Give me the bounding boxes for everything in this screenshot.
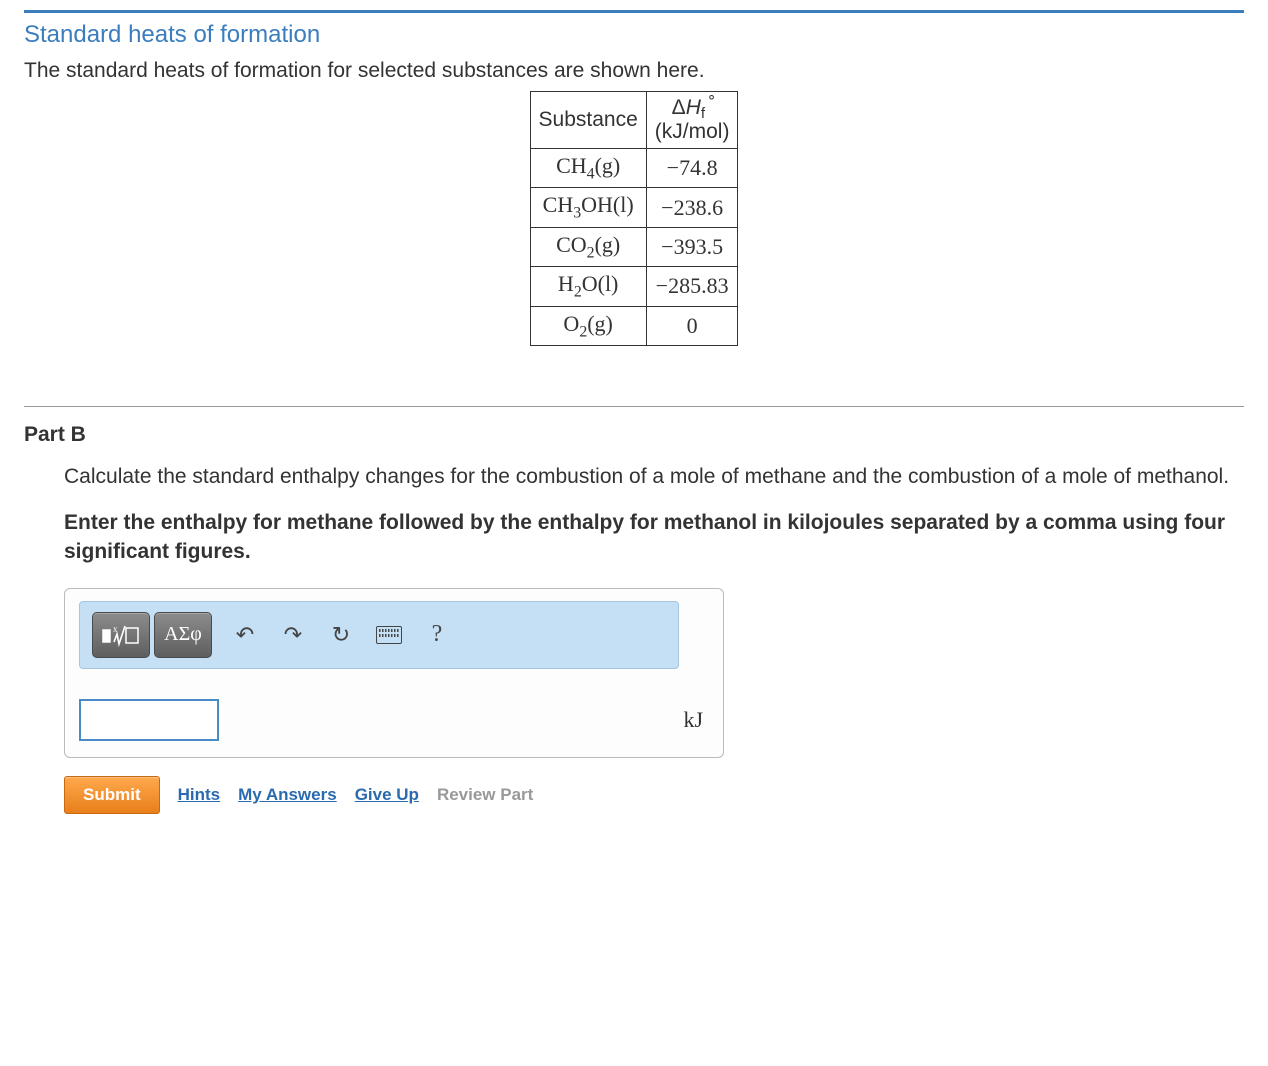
part-label: Part B <box>24 423 1244 447</box>
reset-icon[interactable]: ↻ <box>326 622 356 648</box>
value-cell: −238.6 <box>646 188 738 227</box>
hints-link[interactable]: Hints <box>178 785 221 805</box>
my-answers-link[interactable]: My Answers <box>238 785 337 805</box>
value-cell: −285.83 <box>646 267 738 306</box>
substance-cell: CH4(g) <box>530 149 646 188</box>
table-row: O2(g) 0 <box>530 306 738 345</box>
answer-box: x ΑΣφ ↶ ↷ ↻ ? kJ <box>64 588 724 758</box>
substance-cell: CO2(g) <box>530 227 646 266</box>
header-value: ΔHf∘ (kJ/mol) <box>646 92 738 149</box>
unit-label: kJ <box>683 707 709 733</box>
question-text: Calculate the standard enthalpy changes … <box>64 463 1244 491</box>
tool-group-buttons: x ΑΣφ <box>92 612 212 658</box>
templates-button[interactable]: x <box>92 612 150 658</box>
intro-text: The standard heats of formation for sele… <box>24 59 1244 83</box>
equation-toolbar: x ΑΣφ ↶ ↷ ↻ ? <box>79 601 679 669</box>
submit-button[interactable]: Submit <box>64 776 160 814</box>
instruction-text: Enter the enthalpy for methane followed … <box>64 509 1244 566</box>
part-divider <box>24 406 1244 407</box>
undo-icon[interactable]: ↶ <box>230 622 260 648</box>
redo-icon[interactable]: ↷ <box>278 622 308 648</box>
give-up-link[interactable]: Give Up <box>355 785 419 805</box>
action-row: Submit Hints My Answers Give Up Review P… <box>64 776 1244 814</box>
templates-icon: x <box>101 622 141 648</box>
table-row: H2O(l) −285.83 <box>530 267 738 306</box>
greek-button[interactable]: ΑΣφ <box>154 612 212 658</box>
table-row: CO2(g) −393.5 <box>530 227 738 266</box>
review-part-link: Review Part <box>437 785 533 805</box>
substance-cell: H2O(l) <box>530 267 646 306</box>
answer-row: kJ <box>79 699 709 741</box>
substance-cell: CH3OH(l) <box>530 188 646 227</box>
header-substance: Substance <box>530 92 646 149</box>
table-row: CH4(g) −74.8 <box>530 149 738 188</box>
table-row: CH3OH(l) −238.6 <box>530 188 738 227</box>
value-cell: −74.8 <box>646 149 738 188</box>
keyboard-icon[interactable] <box>374 626 404 644</box>
answer-input[interactable] <box>79 699 219 741</box>
value-cell: 0 <box>646 306 738 345</box>
help-icon[interactable]: ? <box>422 621 452 648</box>
value-cell: −393.5 <box>646 227 738 266</box>
heats-table: Substance ΔHf∘ (kJ/mol) CH4(g) −74.8 CH3… <box>530 91 739 346</box>
section-divider <box>24 10 1244 13</box>
substance-cell: O2(g) <box>530 306 646 345</box>
table-header-row: Substance ΔHf∘ (kJ/mol) <box>530 92 738 149</box>
section-title: Standard heats of formation <box>24 21 1244 49</box>
